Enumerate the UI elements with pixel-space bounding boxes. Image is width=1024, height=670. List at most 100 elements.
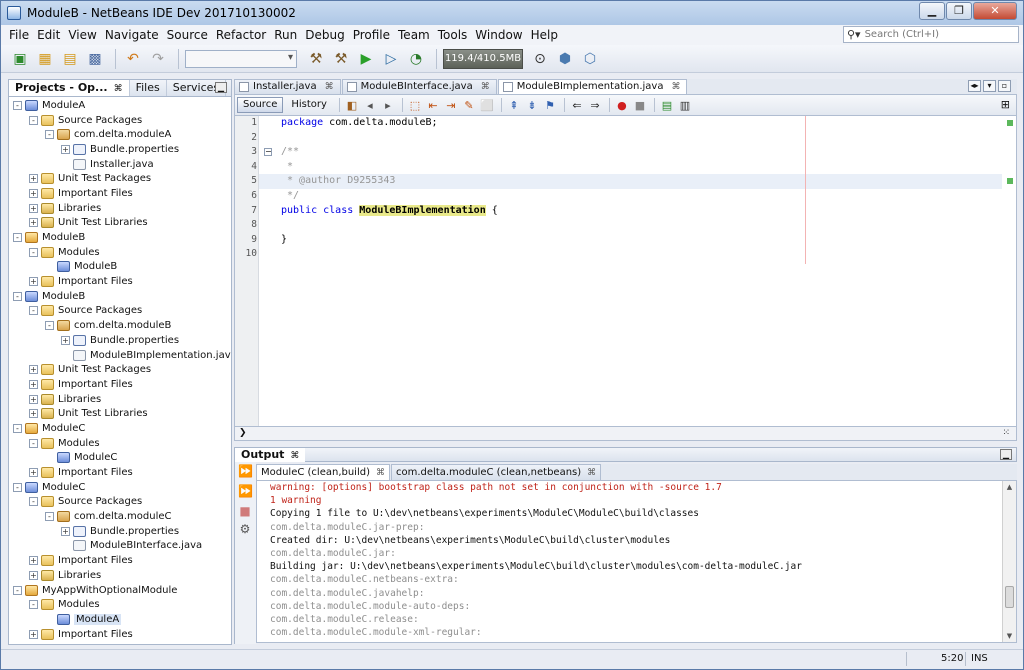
expand-icon[interactable]: + (61, 144, 70, 154)
gc-icon[interactable]: ⊙ (529, 48, 551, 70)
search-input[interactable]: ⚲▾ Search (Ctrl+I) (843, 26, 1019, 43)
menu-edit[interactable]: Edit (33, 28, 64, 42)
expand-icon[interactable]: + (29, 468, 38, 478)
new-project-icon[interactable]: ▦ (34, 48, 56, 70)
tree-node[interactable]: - com.delta.moduleB (9, 318, 231, 333)
expand-icon[interactable]: + (29, 174, 38, 184)
configuration-combo[interactable] (185, 49, 297, 68)
new-file-icon[interactable]: ▣ (9, 48, 31, 70)
tree-node[interactable]: + Important Files (9, 377, 231, 392)
code-text[interactable]: package com.delta.moduleB; /** * * @autho… (281, 116, 1002, 262)
fold-toggle-icon[interactable]: − (264, 148, 272, 156)
tree-node[interactable]: - ModuleC (9, 480, 231, 495)
stop-icon[interactable]: ■ (238, 504, 252, 518)
tree-node[interactable]: + Bundle.properties (9, 333, 231, 348)
tab-output[interactable]: Output ⌘ (235, 447, 306, 462)
tree-node[interactable]: ModuleBImplementation.java (9, 348, 231, 363)
editor-tab[interactable]: ModuleBImplementation.java ⌘ (497, 79, 688, 94)
tree-node[interactable]: + Important Files (9, 274, 231, 289)
close-icon[interactable]: ⌘ (376, 468, 385, 478)
tree-node[interactable]: + Libraries (9, 201, 231, 216)
collapse-icon[interactable]: - (29, 600, 38, 610)
menu-run[interactable]: Run (270, 28, 301, 42)
scroll-down-icon[interactable]: ▼ (1003, 630, 1016, 642)
tree-node[interactable]: ModuleBInterface.java (9, 539, 231, 554)
minimize-button[interactable]: ▁ (919, 2, 945, 20)
expand-icon[interactable]: + (29, 379, 38, 389)
menu-tools[interactable]: Tools (434, 28, 472, 42)
rerun-icon[interactable]: ⏩ (238, 464, 253, 478)
comment-icon[interactable]: ▤ (659, 97, 675, 113)
tree-node[interactable]: - ModuleC (9, 421, 231, 436)
menu-help[interactable]: Help (527, 28, 562, 42)
settings-icon[interactable]: ⚙ (238, 522, 252, 536)
tree-node[interactable]: + Bundle.properties (9, 142, 231, 157)
collapse-icon[interactable]: - (29, 497, 38, 507)
editor-tab[interactable]: ModuleBInterface.java ⌘ (341, 79, 497, 94)
tab-projects[interactable]: Projects - Op... ⌘ (9, 80, 130, 96)
editor-tab[interactable]: Installer.java ⌘ (234, 79, 341, 94)
find-selection-icon[interactable]: ⬚ (407, 97, 423, 113)
scrollbar-thumb[interactable] (1005, 586, 1014, 608)
collapse-icon[interactable]: - (45, 512, 54, 522)
take-snapshot-icon[interactable]: ⬡ (579, 48, 601, 70)
tree-node[interactable]: + Libraries (9, 392, 231, 407)
toggle-bookmark-icon[interactable]: ⚑ (542, 97, 558, 113)
build-hammer-icon[interactable]: ⚒ (305, 48, 327, 70)
profiler-snapshot-icon[interactable]: ⬢ (554, 48, 576, 70)
save-all-icon[interactable]: ▩ (84, 48, 106, 70)
menu-navigate[interactable]: Navigate (101, 28, 163, 42)
uncomment-icon[interactable]: ▥ (677, 97, 693, 113)
tree-node[interactable]: + Important Files (9, 465, 231, 480)
profile-icon[interactable]: ◔ (405, 48, 427, 70)
expand-icon[interactable]: + (29, 409, 38, 419)
find-previous-icon[interactable]: ⇤ (425, 97, 441, 113)
menu-window[interactable]: Window (471, 28, 526, 42)
tree-node[interactable]: - Modules (9, 245, 231, 260)
clean-build-icon[interactable]: ⚒ (330, 48, 352, 70)
expand-icon[interactable]: + (29, 203, 38, 213)
collapse-icon[interactable]: - (13, 233, 22, 243)
tree-node[interactable]: + Important Files (9, 186, 231, 201)
shift-right-icon[interactable]: ⇒ (587, 97, 603, 113)
run-icon[interactable]: ▶ (355, 48, 377, 70)
menu-profile[interactable]: Profile (349, 28, 394, 42)
menu-refactor[interactable]: Refactor (212, 28, 270, 42)
tree-node[interactable]: ModuleC (9, 451, 231, 466)
expand-icon[interactable]: + (29, 277, 38, 287)
expand-icon[interactable]: ❯ (239, 428, 247, 438)
split-editor-icon[interactable]: ⊞ (1001, 98, 1010, 111)
scroll-up-icon[interactable]: ▲ (1003, 481, 1016, 493)
toggle-rectangular-selection-icon[interactable]: ⬜ (479, 97, 495, 113)
tree-node[interactable]: - Source Packages (9, 304, 231, 319)
close-icon[interactable]: ⌘ (587, 468, 596, 478)
tree-node[interactable]: - Source Packages (9, 113, 231, 128)
next-bookmark-icon[interactable]: ⇟ (524, 97, 540, 113)
tree-node[interactable]: + Unit Test Packages (9, 362, 231, 377)
expand-icon[interactable]: + (29, 556, 38, 566)
menu-view[interactable]: View (64, 28, 100, 42)
tree-node[interactable]: + Bundle.properties (9, 524, 231, 539)
forward-icon[interactable]: ▸ (380, 97, 396, 113)
tree-node[interactable]: + Unit Test Libraries (9, 216, 231, 231)
code-editor[interactable]: 1 2 3 4 5 6 7 8 9 10 − package com.delta.moduleB;… (234, 116, 1017, 427)
expand-icon[interactable]: + (29, 365, 38, 375)
memory-indicator[interactable]: 119.4/410.5MB (443, 48, 523, 69)
output-console[interactable]: warning: [options] bootstrap class path … (256, 481, 1017, 643)
collapse-icon[interactable]: - (13, 585, 22, 595)
maximize-button[interactable]: ❐ (946, 2, 972, 20)
collapse-icon[interactable]: - (13, 291, 22, 301)
undo-icon[interactable]: ↶ (122, 48, 144, 70)
previous-bookmark-icon[interactable]: ⇞ (506, 97, 522, 113)
close-icon[interactable]: ⌘ (114, 84, 123, 94)
collapse-icon[interactable]: - (13, 100, 22, 110)
output-scrollbar[interactable]: ▲ ▼ (1002, 481, 1016, 642)
tree-node[interactable]: - Source Packages (9, 495, 231, 510)
tree-node[interactable]: ModuleB (9, 260, 231, 275)
menu-team[interactable]: Team (394, 28, 434, 42)
minimize-panel-button[interactable]: ▁ (215, 82, 227, 93)
source-view-button[interactable]: Source (237, 97, 284, 113)
expand-icon[interactable]: + (29, 188, 38, 198)
output-tab[interactable]: com.delta.moduleC (clean,netbeans) ⌘ (391, 464, 602, 480)
collapse-icon[interactable]: - (13, 482, 22, 492)
